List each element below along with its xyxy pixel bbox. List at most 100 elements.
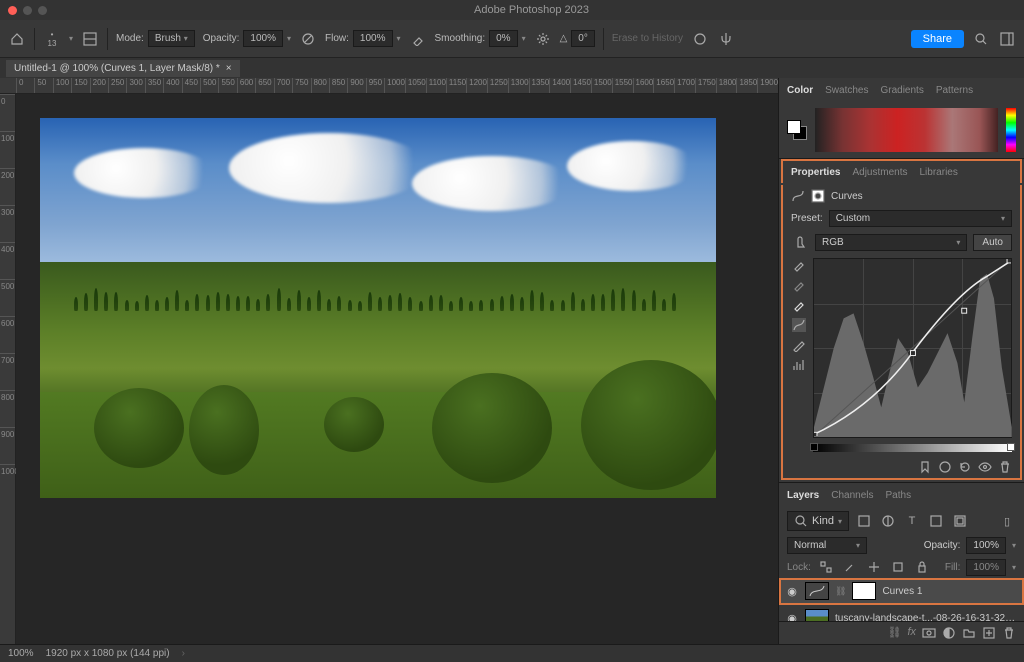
right-panels: Color Swatches Gradients Patterns Proper… <box>778 78 1024 644</box>
chevron-down-icon[interactable]: ▾ <box>69 34 73 43</box>
blend-mode-select[interactable]: Normal▾ <box>787 537 867 554</box>
layer-row[interactable]: ◉ ⛓ Curves 1 <box>779 578 1024 605</box>
lock-artboard-icon[interactable] <box>889 558 907 576</box>
channel-select[interactable]: RGB▾ <box>815 234 967 251</box>
options-bar: •13 ▾ Mode: Brush ▾ Opacity: 100%▾ Flow:… <box>0 20 1024 58</box>
lock-all-icon[interactable] <box>913 558 931 576</box>
finger-icon[interactable] <box>791 233 809 251</box>
close-window-icon[interactable] <box>8 6 17 15</box>
gear-icon[interactable] <box>534 30 552 48</box>
eyedropper-gray-icon[interactable] <box>792 278 806 292</box>
document-tab[interactable]: Untitled-1 @ 100% (Curves 1, Layer Mask/… <box>6 60 240 77</box>
mask-add-icon[interactable] <box>922 626 936 640</box>
app-title: Adobe Photoshop 2023 <box>47 4 1016 16</box>
filter-smart-icon[interactable] <box>951 512 969 530</box>
opacity-input[interactable]: 100% <box>243 30 283 47</box>
link-icon[interactable]: ⛓ <box>835 586 846 597</box>
filter-adj-icon[interactable] <box>879 512 897 530</box>
tab-adjustments[interactable]: Adjustments <box>852 167 907 178</box>
window-controls[interactable] <box>8 6 47 15</box>
visibility-toggle[interactable]: ◉ <box>785 585 799 598</box>
layer-row[interactable]: ◉ tuscany-landscape-t...-08-26-16-31-32-… <box>779 605 1024 621</box>
doc-info[interactable]: 1920 px x 1080 px (144 ppi) <box>46 648 170 659</box>
color-spectrum[interactable] <box>815 108 998 152</box>
smoothing-field: Smoothing: 0%▾ <box>435 30 526 47</box>
eyedropper-white-icon[interactable] <box>792 298 806 312</box>
fx-icon[interactable]: fx <box>907 626 916 640</box>
link-layers-icon[interactable]: ⛓ <box>887 626 901 640</box>
tab-channels[interactable]: Channels <box>831 490 873 501</box>
tab-patterns[interactable]: Patterns <box>936 85 973 96</box>
document-canvas[interactable] <box>40 118 716 498</box>
properties-title: Curves <box>831 191 863 202</box>
view-previous-icon[interactable] <box>938 460 952 474</box>
adj-layer-icon[interactable] <box>942 626 956 640</box>
fg-bg-swatch[interactable] <box>787 120 807 140</box>
home-icon[interactable] <box>8 30 26 48</box>
tab-paths[interactable]: Paths <box>886 490 912 501</box>
close-icon[interactable]: × <box>226 63 232 74</box>
layer-filter-select[interactable]: Kind▾ <box>787 511 849 531</box>
filter-pixel-icon[interactable] <box>855 512 873 530</box>
tab-gradients[interactable]: Gradients <box>880 85 923 96</box>
curve-edit-icon[interactable] <box>792 318 806 332</box>
share-button[interactable]: Share <box>911 30 964 48</box>
fill-input[interactable]: 100% <box>966 559 1006 576</box>
layers-panel-tabs: Layers Channels Paths <box>779 483 1024 507</box>
visibility-icon[interactable] <box>978 460 992 474</box>
pressure-opacity-icon[interactable] <box>299 30 317 48</box>
minimize-window-icon[interactable] <box>23 6 32 15</box>
tab-properties[interactable]: Properties <box>791 167 840 178</box>
hue-strip[interactable] <box>1006 108 1016 152</box>
auto-button[interactable]: Auto <box>973 234 1012 251</box>
properties-panel: Curves Preset: Custom▾ RGB▾ Auto <box>781 185 1022 480</box>
airbrush-icon[interactable] <box>409 30 427 48</box>
angle-input[interactable]: 0° <box>571 30 595 47</box>
eyedropper-black-icon[interactable] <box>792 258 806 272</box>
filter-type-icon[interactable]: T <box>903 512 921 530</box>
smoothing-input[interactable]: 0% <box>489 30 517 47</box>
adj-thumb[interactable] <box>805 582 829 600</box>
tab-swatches[interactable]: Swatches <box>825 85 868 96</box>
reset-icon[interactable] <box>958 460 972 474</box>
zoom-level[interactable]: 100% <box>8 648 34 659</box>
flow-input[interactable]: 100% <box>353 30 393 47</box>
layer-thumb[interactable] <box>805 609 829 621</box>
histogram-icon[interactable] <box>792 358 806 372</box>
lock-trans-icon[interactable] <box>817 558 835 576</box>
layer-name[interactable]: Curves 1 <box>882 586 1018 597</box>
mode-field: Mode: Brush ▾ <box>116 30 195 47</box>
input-levels-slider[interactable] <box>813 444 1012 452</box>
symmetry-icon[interactable] <box>717 30 735 48</box>
trash-icon[interactable] <box>1002 626 1016 640</box>
brush-settings-icon[interactable] <box>81 30 99 48</box>
visibility-toggle[interactable]: ◉ <box>785 612 799 622</box>
lock-position-icon[interactable] <box>865 558 883 576</box>
chevron-right-icon[interactable]: › <box>182 648 185 659</box>
lock-label: Lock: <box>787 562 811 573</box>
workspace-icon[interactable] <box>998 30 1016 48</box>
properties-footer <box>783 456 1020 478</box>
mask-thumb[interactable] <box>852 582 876 600</box>
tablet-pressure-icon[interactable] <box>691 30 709 48</box>
curves-graph[interactable] <box>813 258 1012 438</box>
brush-tip-preview[interactable]: •13 <box>43 30 61 48</box>
group-icon[interactable] <box>962 626 976 640</box>
maximize-window-icon[interactable] <box>38 6 47 15</box>
layer-name[interactable]: tuscany-landscape-t...-08-26-16-31-32-ut… <box>835 613 1018 622</box>
search-icon[interactable] <box>972 30 990 48</box>
canvas-area[interactable]: 0501001502002503003504004505005506006507… <box>0 78 778 644</box>
filter-shape-icon[interactable] <box>927 512 945 530</box>
new-layer-icon[interactable] <box>982 626 996 640</box>
pencil-icon[interactable] <box>792 338 806 352</box>
tab-libraries[interactable]: Libraries <box>920 167 958 178</box>
lock-pixels-icon[interactable] <box>841 558 859 576</box>
tab-color[interactable]: Color <box>787 85 813 96</box>
clip-icon[interactable] <box>918 460 932 474</box>
trash-icon[interactable] <box>998 460 1012 474</box>
mode-select[interactable]: Brush ▾ <box>148 30 195 47</box>
layer-opacity-input[interactable]: 100% <box>966 537 1006 554</box>
tab-layers[interactable]: Layers <box>787 490 819 501</box>
preset-select[interactable]: Custom▾ <box>829 210 1012 227</box>
filter-toggle[interactable]: ▯ <box>998 512 1016 530</box>
